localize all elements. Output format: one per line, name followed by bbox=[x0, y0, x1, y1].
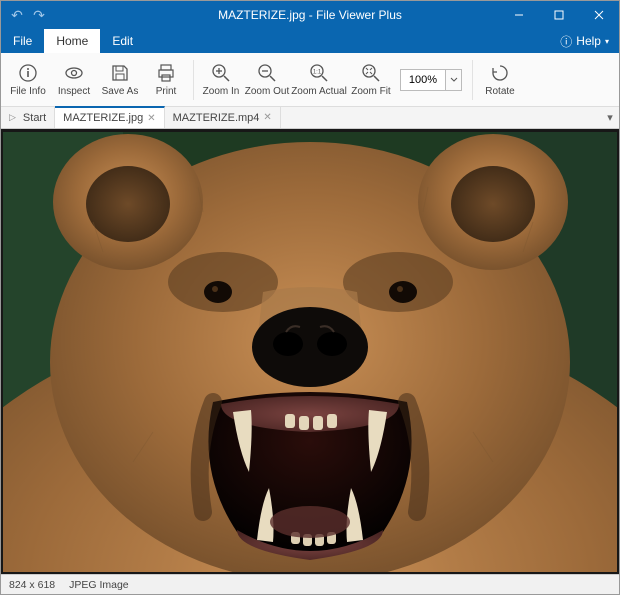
zoom-in-button[interactable]: Zoom In bbox=[198, 56, 244, 104]
zoom-out-icon bbox=[257, 62, 277, 84]
tab-mazterize-mp4[interactable]: MAZTERIZE.mp4✕ bbox=[165, 107, 281, 128]
tab-start[interactable]: Start bbox=[1, 107, 55, 128]
menu-edit[interactable]: Edit bbox=[100, 29, 145, 53]
separator bbox=[193, 60, 194, 100]
help-icon: ⓘ bbox=[560, 33, 572, 50]
zoom-fit-button[interactable]: Zoom Fit bbox=[348, 56, 394, 104]
zoom-actual-icon: 1:1 bbox=[309, 62, 329, 84]
forward-icon[interactable]: ↷ bbox=[29, 5, 49, 25]
status-bar: 824 x 618 JPEG Image bbox=[1, 574, 619, 594]
print-icon bbox=[156, 62, 176, 84]
print-button[interactable]: Print bbox=[143, 56, 189, 104]
ribbon-toolbar: File Info Inspect Save As Print Zoom In … bbox=[1, 53, 619, 107]
save-icon bbox=[110, 62, 130, 84]
separator bbox=[472, 60, 473, 100]
rotate-button[interactable]: Rotate bbox=[477, 56, 523, 104]
zoom-combobox[interactable] bbox=[400, 69, 462, 91]
close-icon[interactable]: ✕ bbox=[147, 113, 155, 124]
chevron-down-icon[interactable] bbox=[445, 70, 461, 90]
svg-text:1:1: 1:1 bbox=[313, 70, 322, 76]
image-viewport[interactable] bbox=[1, 129, 619, 574]
title-bar: ↶ ↷ MAZTERIZE.jpg - File Viewer Plus bbox=[1, 1, 619, 29]
maximize-button[interactable] bbox=[539, 1, 579, 29]
status-dimensions: 824 x 618 bbox=[9, 579, 55, 591]
eye-icon bbox=[64, 62, 84, 84]
preview-image bbox=[3, 132, 617, 572]
save-as-button[interactable]: Save As bbox=[97, 56, 143, 104]
file-info-button[interactable]: File Info bbox=[5, 56, 51, 104]
zoom-fit-icon bbox=[361, 62, 381, 84]
back-icon[interactable]: ↶ bbox=[7, 5, 27, 25]
document-tabs: Start MAZTERIZE.jpg✕ MAZTERIZE.mp4✕ ▾ bbox=[1, 107, 619, 129]
close-icon[interactable]: ✕ bbox=[263, 112, 271, 123]
zoom-in-icon bbox=[211, 62, 231, 84]
help-label: Help bbox=[576, 34, 601, 48]
menu-bar: File Home Edit ⓘ Help ▾ bbox=[1, 29, 619, 53]
close-button[interactable] bbox=[579, 1, 619, 29]
tab-mazterize-jpg[interactable]: MAZTERIZE.jpg✕ bbox=[55, 106, 164, 128]
menu-file[interactable]: File bbox=[1, 29, 44, 53]
inspect-button[interactable]: Inspect bbox=[51, 56, 97, 104]
zoom-out-button[interactable]: Zoom Out bbox=[244, 56, 290, 104]
zoom-actual-button[interactable]: 1:1 Zoom Actual bbox=[290, 56, 348, 104]
info-icon bbox=[18, 62, 38, 84]
rotate-icon bbox=[490, 62, 510, 84]
tabs-overflow-button[interactable]: ▾ bbox=[601, 107, 619, 128]
chevron-down-icon: ▾ bbox=[605, 37, 609, 46]
status-file-type: JPEG Image bbox=[69, 579, 129, 591]
minimize-button[interactable] bbox=[499, 1, 539, 29]
menu-home[interactable]: Home bbox=[44, 29, 100, 53]
menu-help[interactable]: ⓘ Help ▾ bbox=[550, 29, 619, 53]
zoom-input[interactable] bbox=[401, 70, 445, 90]
